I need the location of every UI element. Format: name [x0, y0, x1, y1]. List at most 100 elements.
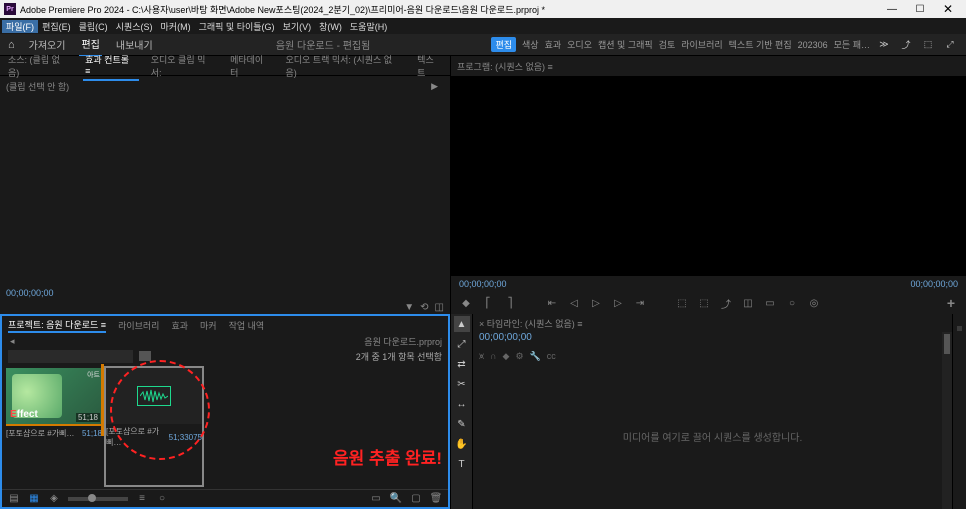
go-to-in-icon[interactable]: ⇤ — [545, 296, 559, 310]
caption-track-icon[interactable]: cc — [547, 351, 556, 361]
project-breadcrumb: 음원 다운로드.prproj — [364, 335, 442, 348]
program-timecode-left[interactable]: 00;00;00;00 — [459, 279, 507, 289]
menu-clip[interactable]: 클립(C) — [75, 20, 112, 33]
close-button[interactable]: ✕ — [934, 0, 962, 18]
project-tab-project[interactable]: 프로젝트: 음원 다운로드 ≡ — [8, 318, 106, 333]
filter-icon[interactable]: ▼ — [404, 302, 414, 313]
timeline-vertical-scrollbar[interactable] — [942, 332, 952, 509]
audio-meter[interactable] — [952, 314, 966, 509]
linked-selection-icon[interactable]: ∩ — [490, 351, 496, 361]
delete-icon[interactable]: 🗑 — [430, 493, 442, 505]
project-tab-library[interactable]: 라이브러리 — [118, 319, 159, 332]
btn-extra2-icon[interactable]: ◎ — [807, 296, 821, 310]
menu-window[interactable]: 창(W) — [315, 20, 346, 33]
snap-icon[interactable]: ⩙ — [479, 351, 484, 362]
step-back-icon[interactable]: ◁ — [567, 296, 581, 310]
ws-right-color[interactable]: 색상 — [522, 38, 539, 51]
maximize-button[interactable]: ☐ — [906, 0, 934, 18]
menu-sequence[interactable]: 시퀀스(S) — [112, 20, 157, 33]
quick-export-icon[interactable]: ⬚ — [920, 37, 936, 53]
breadcrumb-back-icon[interactable]: ◂ — [10, 336, 15, 347]
button-editor-icon[interactable]: + — [944, 296, 958, 310]
new-search-bin-icon[interactable]: 🔍 — [390, 493, 402, 505]
menu-marker[interactable]: 마커(M) — [157, 20, 195, 33]
icon-view-icon[interactable]: ▦ — [28, 493, 40, 505]
safe-margin-icon[interactable]: ▭ — [763, 296, 777, 310]
ws-right-audio[interactable]: 오디오 — [567, 38, 592, 51]
project-tab-marker[interactable]: 마커 — [200, 319, 217, 332]
export-frame-icon[interactable]: ⤴ — [719, 296, 733, 310]
pen-tool-icon[interactable]: ✎ — [454, 416, 470, 432]
menu-help[interactable]: 도움말(H) — [346, 20, 391, 33]
razor-tool-icon[interactable]: ✂ — [454, 376, 470, 392]
type-tool-icon[interactable]: T — [454, 456, 470, 472]
snap-icon[interactable]: ⟲ — [420, 302, 428, 313]
list-view-icon[interactable]: ▤ — [8, 493, 20, 505]
add-marker-icon[interactable]: ◆ — [459, 296, 473, 310]
btn-extra1-icon[interactable]: ○ — [785, 296, 799, 310]
project-tab-effects[interactable]: 효과 — [171, 319, 188, 332]
ws-right-edit[interactable]: 편집 — [491, 37, 516, 52]
workspace-overflow-icon[interactable]: ≫ — [876, 37, 892, 53]
wrench-icon[interactable]: 🔧 — [530, 351, 541, 362]
ws-right-effects[interactable]: 효과 — [545, 38, 562, 51]
share-icon[interactable]: ⤴ — [898, 37, 914, 53]
menu-edit[interactable]: 편집(E) — [38, 20, 75, 33]
ripple-tool-icon[interactable]: ⇄ — [454, 356, 470, 372]
go-to-out-icon[interactable]: ⇥ — [633, 296, 647, 310]
timeline-tab[interactable]: × 타임라인: (시퀀스 없음) ≡ — [479, 317, 583, 330]
fullscreen-icon[interactable]: ⤢ — [942, 37, 958, 53]
ws-right-review[interactable]: 검토 — [659, 38, 676, 51]
step-forward-icon[interactable]: ▷ — [611, 296, 625, 310]
project-search-input[interactable] — [8, 350, 133, 363]
auto-icon[interactable]: ○ — [156, 493, 168, 505]
ws-right-library[interactable]: 라이브러리 — [681, 38, 722, 51]
freeform-view-icon[interactable]: ◈ — [48, 493, 60, 505]
audio-item-duration: 51;33075 — [169, 433, 202, 442]
program-tab[interactable]: 프로그램: (시퀀스 없음) ≡ — [457, 60, 553, 73]
timeline-empty-message[interactable]: 미디어를 여기로 끌어 시퀀스를 생성합니다. — [473, 364, 952, 509]
menu-file[interactable]: 파일(F) — [2, 20, 38, 33]
tool-palette: ▲ ⤢ ⇄ ✂ ↔ ✎ ✋ T — [451, 314, 473, 509]
menu-graphics[interactable]: 그래픽 및 타이틀(G) — [195, 20, 279, 33]
zoom-slider[interactable] — [68, 497, 128, 501]
toggle-icon[interactable]: ◫ — [435, 302, 444, 313]
settings-icon[interactable]: ⚙ — [515, 351, 523, 362]
ws-right-date[interactable]: 202306 — [798, 40, 828, 50]
hand-tool-icon[interactable]: ✋ — [454, 436, 470, 452]
lift-icon[interactable]: ⬚ — [675, 296, 689, 310]
menu-view[interactable]: 보기(V) — [279, 20, 316, 33]
audio-thumbnail[interactable] — [106, 368, 202, 424]
ws-right-all[interactable]: 모든 패… — [834, 38, 870, 51]
slip-tool-icon[interactable]: ↔ — [454, 396, 470, 412]
comparison-icon[interactable]: ◫ — [741, 296, 755, 310]
mark-in-icon[interactable]: ⎡ — [481, 296, 495, 310]
project-item-audio[interactable]: [포토샵으로 #가삐… 51;33075 — [106, 368, 202, 485]
source-timecode[interactable]: 00;00;00;00 — [0, 286, 450, 300]
new-bin-icon[interactable]: ▢ — [410, 493, 422, 505]
mark-out-icon[interactable]: ⎤ — [503, 296, 517, 310]
video-thumbnail[interactable]: 아트 Effect 51;18 — [6, 368, 102, 424]
premiere-app-icon: Pr — [4, 3, 16, 15]
track-select-tool-icon[interactable]: ⤢ — [454, 336, 470, 352]
minimize-button[interactable]: — — [878, 0, 906, 18]
program-timecode-right[interactable]: 00;00;00;00 — [910, 279, 958, 289]
ws-right-text-edit[interactable]: 텍스트 기반 편집 — [729, 38, 792, 51]
project-tab-history[interactable]: 작업 내역 — [229, 319, 265, 332]
extract-icon[interactable]: ⬚ — [697, 296, 711, 310]
timeline-timecode[interactable]: 00;00;00;00 — [473, 332, 952, 348]
sort-icon[interactable]: ≡ — [136, 493, 148, 505]
thumbnail-duration: 51;18 — [76, 413, 100, 422]
program-viewport[interactable] — [451, 76, 966, 276]
program-controls: ◆ ⎡ ⎤ ⇤ ◁ ▷ ▷ ⇥ ⬚ ⬚ ⤴ ◫ ▭ ○ ◎ + — [451, 292, 966, 314]
selection-tool-icon[interactable]: ▲ — [454, 316, 470, 332]
new-item-icon[interactable]: ▭ — [370, 493, 382, 505]
marker-icon[interactable]: ◆ — [503, 351, 510, 362]
bin-filter-icon[interactable] — [139, 351, 151, 361]
program-timecode-row: 00;00;00;00 00;00;00;00 — [451, 276, 966, 292]
project-item-video[interactable]: 아트 Effect 51;18 [포토샵으로 #가삐… 51;18 — [6, 368, 102, 485]
ws-right-caption[interactable]: 캡션 및 그래픽 — [598, 38, 653, 51]
project-item-count: 2개 중 1개 항목 선택함 — [356, 350, 442, 363]
playhead-arrow-icon[interactable]: ▶ — [431, 81, 438, 92]
play-icon[interactable]: ▷ — [589, 296, 603, 310]
